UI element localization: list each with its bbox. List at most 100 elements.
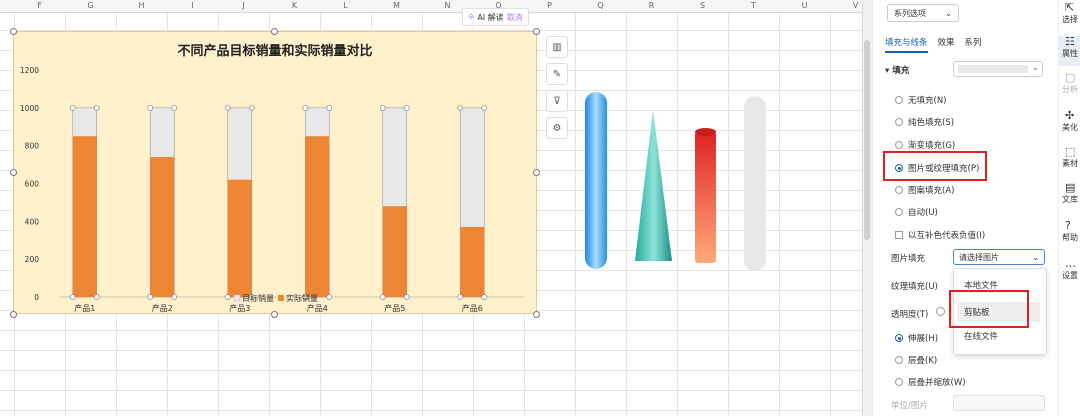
tile-option[interactable]: 层叠(K) bbox=[895, 354, 937, 366]
radio-button[interactable] bbox=[895, 356, 903, 364]
column-letter[interactable]: T bbox=[728, 0, 779, 12]
icon-bar-analysis[interactable]: ▢ 分析 bbox=[1059, 72, 1080, 95]
checkbox[interactable] bbox=[895, 231, 903, 239]
column-letter[interactable]: R bbox=[626, 0, 677, 12]
chart-filter-icon[interactable]: ⊽ bbox=[546, 90, 568, 112]
picture-fill-dropdown[interactable]: 请选择图片 ⌄ bbox=[953, 249, 1045, 265]
icon-bar-settings[interactable]: … 设置 bbox=[1059, 258, 1080, 281]
x-tick-label: 产品6 bbox=[462, 303, 483, 313]
radio-button[interactable] bbox=[895, 141, 903, 149]
y-tick-label: 1200 bbox=[20, 66, 39, 75]
icon-bar-library[interactable]: ▤ 文库 bbox=[1059, 182, 1080, 205]
chart-style-brush-icon[interactable]: ✎ bbox=[546, 63, 568, 85]
fill-option-auto[interactable]: 自动(U) bbox=[895, 206, 938, 218]
column-letter[interactable]: U bbox=[779, 0, 830, 12]
legend-label: 目标销量 bbox=[242, 293, 274, 303]
chart-settings-icon[interactable]: ⚙ bbox=[546, 117, 568, 139]
column-letter[interactable]: H bbox=[116, 0, 167, 12]
icon-bar-properties[interactable]: ☷ 属性 bbox=[1059, 36, 1080, 66]
resize-handle[interactable] bbox=[10, 28, 17, 35]
bar-selection-handle bbox=[457, 294, 464, 300]
stretch-option[interactable]: 伸展(H) bbox=[895, 332, 938, 344]
x-tick-label: 产品2 bbox=[152, 303, 173, 313]
fill-option-solid[interactable]: 纯色填充(S) bbox=[895, 116, 954, 128]
resize-handle[interactable] bbox=[533, 311, 540, 318]
column-letter[interactable]: K bbox=[269, 0, 320, 12]
cursor-icon: ⇱ bbox=[1065, 2, 1075, 14]
transparency-slider-knob[interactable] bbox=[936, 307, 945, 316]
ai-close-label[interactable]: 取消 bbox=[507, 12, 523, 23]
help-icon: ? bbox=[1065, 220, 1071, 232]
resize-handle[interactable] bbox=[271, 311, 278, 318]
fill-section-header[interactable]: ▾ 填充 bbox=[885, 64, 909, 76]
actual-bar bbox=[150, 157, 175, 297]
fill-option-none[interactable]: 无填充(N) bbox=[895, 94, 947, 106]
y-tick-label: 800 bbox=[25, 142, 40, 151]
resize-handle[interactable] bbox=[271, 28, 278, 35]
bar-selection-handle bbox=[302, 104, 309, 111]
red-cylinder-shape bbox=[695, 132, 716, 263]
ai-label: AI 解读 bbox=[477, 12, 504, 22]
tile-scale-option[interactable]: 层叠并缩放(W) bbox=[895, 376, 966, 388]
tab-fill-line[interactable]: 填充与线条 bbox=[885, 36, 928, 53]
x-tick-label: 产品3 bbox=[229, 303, 250, 313]
bar-selection-handle bbox=[481, 104, 488, 111]
fill-color-dropdown[interactable]: ⌄ bbox=[953, 61, 1043, 77]
chart-elements-icon[interactable]: ▥ bbox=[546, 36, 568, 58]
column-letter[interactable]: F bbox=[14, 0, 65, 12]
icon-bar-label: 美化 bbox=[1062, 123, 1078, 132]
shapes-group bbox=[585, 92, 766, 271]
chevron-down-icon: ⌄ bbox=[945, 8, 952, 18]
analysis-icon: ▢ bbox=[1065, 72, 1076, 84]
icon-bar-label: 选择 bbox=[1062, 15, 1078, 24]
column-letter[interactable]: G bbox=[65, 0, 116, 12]
vertical-scrollbar[interactable] bbox=[864, 40, 870, 240]
icon-bar-label: 属性 bbox=[1062, 49, 1078, 58]
resize-handle[interactable] bbox=[10, 311, 17, 318]
y-tick-label: 0 bbox=[34, 293, 39, 302]
x-tick-label: 产品1 bbox=[74, 303, 95, 313]
resize-handle[interactable] bbox=[10, 169, 17, 176]
collapse-triangle-icon: ▾ bbox=[885, 66, 890, 76]
column-letter[interactable]: J bbox=[218, 0, 269, 12]
option-label: 纯色填充(S) bbox=[908, 118, 955, 128]
chart-plot: 1200 1000 800 600 400 200 0 产品1 产品2 产品3 产品4 产品5 产品6 目… bbox=[20, 66, 524, 313]
fill-option-pattern[interactable]: 图案填充(A) bbox=[895, 184, 954, 196]
resize-handle[interactable] bbox=[533, 169, 540, 176]
column-letter[interactable]: M bbox=[371, 0, 422, 12]
fill-option-gradient[interactable]: 渐变填充(G) bbox=[895, 139, 955, 151]
icon-bar-beautify[interactable]: ✣ 美化 bbox=[1059, 110, 1080, 133]
column-letter[interactable]: L bbox=[320, 0, 371, 12]
ai-interpret-badge[interactable]: ⟐ AI 解读 取消 bbox=[462, 8, 529, 26]
bar-selection-handle bbox=[171, 294, 178, 300]
tab-effects[interactable]: 效果 bbox=[938, 36, 955, 53]
row-header-corner bbox=[0, 0, 14, 12]
column-letter[interactable]: I bbox=[167, 0, 218, 12]
option-label: 伸展(H) bbox=[908, 334, 939, 344]
option-label: 自动(U) bbox=[908, 208, 938, 218]
actual-bar bbox=[227, 179, 252, 297]
menu-item-online-file[interactable]: 在线文件 bbox=[964, 330, 998, 342]
radio-button-checked[interactable] bbox=[895, 334, 903, 342]
radio-button[interactable] bbox=[895, 208, 903, 216]
invert-negative-option[interactable]: 以互补色代表负值(I) bbox=[895, 229, 985, 241]
radio-button[interactable] bbox=[895, 118, 903, 126]
resize-handle[interactable] bbox=[533, 28, 540, 35]
tab-series[interactable]: 系列 bbox=[965, 36, 982, 53]
bar-selection-handle bbox=[93, 294, 100, 300]
actual-bar bbox=[72, 136, 97, 297]
icon-bar-select[interactable]: ⇱ 选择 bbox=[1059, 2, 1080, 25]
unit-input[interactable] bbox=[953, 395, 1045, 411]
series-options-dropdown[interactable]: 系列选项 ⌄ bbox=[887, 4, 959, 22]
column-letter[interactable]: Q bbox=[575, 0, 626, 12]
radio-button[interactable] bbox=[895, 96, 903, 104]
icon-bar-assets[interactable]: ⬚ 素材 bbox=[1059, 146, 1080, 169]
bar-selection-handle bbox=[224, 294, 231, 300]
column-letter[interactable]: S bbox=[677, 0, 728, 12]
radio-button[interactable] bbox=[895, 186, 903, 194]
picture-select-text: 请选择图片 bbox=[959, 252, 999, 262]
icon-bar-help[interactable]: ? 帮助 bbox=[1059, 220, 1080, 243]
chart[interactable]: 不同产品目标销量和实际销量对比 1200 1000 800 600 400 200 0 产品1… bbox=[13, 31, 537, 314]
column-letter[interactable]: P bbox=[524, 0, 575, 12]
radio-button[interactable] bbox=[895, 378, 903, 386]
